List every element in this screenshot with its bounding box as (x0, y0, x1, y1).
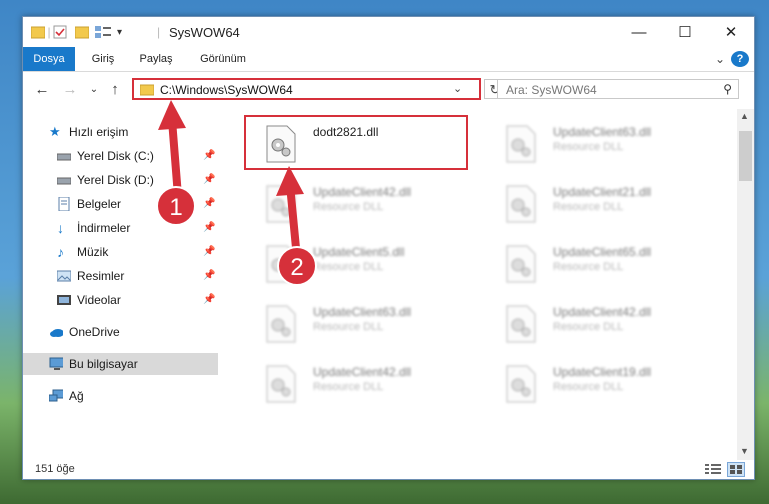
annotation-arrows (158, 100, 304, 252)
arrow-2-head (276, 166, 304, 196)
arrow-1 (168, 116, 182, 200)
step-badge-1: 1 (156, 186, 196, 226)
arrow-1-head (158, 100, 186, 130)
step-badge-2: 2 (277, 246, 317, 286)
